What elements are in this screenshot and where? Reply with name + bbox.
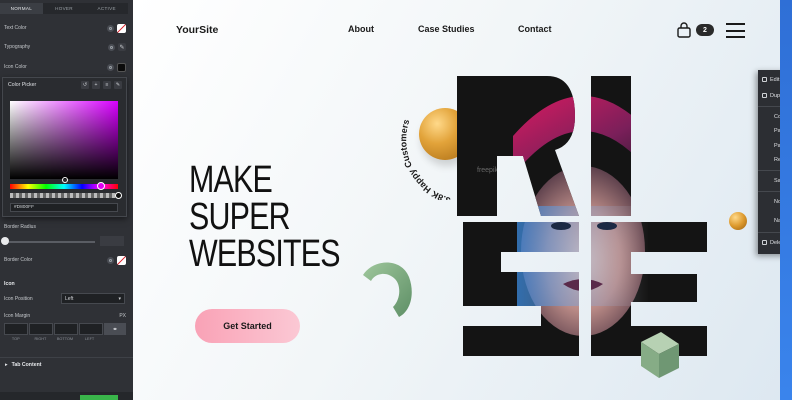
margin-right-input[interactable] [29,323,53,335]
menu-icon[interactable] [726,23,745,38]
border-radius-slider-thumb[interactable] [1,237,9,245]
text-color-label: Text Color [4,25,27,31]
saturation-cursor[interactable] [62,177,68,183]
hue-slider-thumb[interactable] [97,182,105,190]
margin-top-label: TOP [11,337,20,341]
border-radius-label: Border Radius [4,224,36,230]
margin-right-label: RIGHT [34,337,47,341]
browser-edge [780,0,792,400]
green-ring-shape [363,262,412,317]
saturation-area[interactable] [10,101,118,179]
nav-contact[interactable]: Contact [518,24,552,34]
chevron-down-icon: ▾ [118,295,121,302]
list-icon[interactable]: ≡ [103,81,111,89]
icon-color-row: Icon Color [4,62,126,72]
small-gold-sphere [729,212,747,230]
site-logo[interactable]: YourSite [176,24,218,36]
margin-top-input[interactable] [4,323,28,335]
cart-count-badge: 2 [696,24,714,36]
globe-icon[interactable] [107,63,114,71]
hero-line-3: WEBSITES [189,233,341,275]
icon-position-row: Icon Position [4,294,59,304]
update-button[interactable] [80,395,118,400]
text-color-row: Text Color [4,23,126,33]
preview-canvas: YourSite About Case Studies Contact 2 MA… [133,0,780,400]
margin-left-input[interactable] [79,323,103,335]
border-radius-input[interactable] [100,236,124,246]
globe-icon[interactable] [107,256,114,264]
watermark-text: freepik [477,167,499,174]
add-icon[interactable]: + [92,81,100,89]
border-color-row: Border Color [4,255,126,265]
nav-about[interactable]: About [348,24,374,34]
rise-poster-art: freepik [457,76,707,356]
hex-input[interactable]: #D800FF [10,203,118,212]
margin-inputs: ⚭ [4,323,126,335]
editor-panel: NORMAL HOVER ACTIVE Text Color Typograph… [0,0,133,400]
border-radius-row: Border Radius [4,222,126,232]
nav-case-studies[interactable]: Case Studies [418,24,475,34]
shopping-bag-icon[interactable] [677,22,691,38]
picker-toolbar: ↺ + ≡ ✎ [81,81,122,89]
icon-position-select[interactable]: Left ▾ [61,293,125,304]
icon-margin-unit[interactable]: PX [119,313,126,319]
opacity-slider[interactable] [10,193,118,198]
tab-active[interactable]: ACTIVE [85,3,129,14]
duplicate-icon [762,93,767,98]
margin-bottom-input[interactable] [54,323,78,335]
typography-label: Typography [4,44,31,50]
eyedropper-icon[interactable]: ✎ [114,81,122,89]
icon-section-title: Icon [4,281,15,287]
typography-row: Typography ✎ [4,42,126,52]
globe-icon[interactable] [108,43,115,51]
border-color-label: Border Color [4,257,33,263]
icon-color-label: Icon Color [4,64,27,70]
tab-hover[interactable]: HOVER [42,3,86,14]
icon-position-value: Left [65,295,74,302]
margin-labels: TOP RIGHT BOTTOM LEFT [4,337,126,341]
icon-color-swatch[interactable] [117,62,126,72]
color-picker-title: Color Picker [8,82,37,88]
border-radius-slider[interactable] [5,241,95,243]
state-tabs: NORMAL HOVER ACTIVE [0,3,129,14]
tab-normal[interactable]: NORMAL [0,3,43,14]
trash-icon [762,240,767,245]
tab-content-label: Tab Content [11,361,42,368]
tab-content-section[interactable]: ▸ Tab Content [0,357,133,371]
pencil-icon[interactable]: ✎ [118,43,126,51]
link-icon[interactable]: ⚭ [104,323,126,335]
edit-icon [762,77,767,82]
globe-icon[interactable] [107,24,114,32]
text-color-swatch[interactable] [117,23,126,33]
hero-heading: MAKE SUPER WEBSITES [189,159,377,275]
opacity-slider-thumb[interactable] [115,192,122,199]
icon-position-label: Icon Position [4,296,33,302]
hero-line-2: SUPER [189,196,291,238]
icon-margin-label: Icon Margin [4,313,31,319]
icon-margin-row: Icon Margin PX [4,311,126,321]
get-started-button[interactable]: Get Started [195,309,300,343]
caret-right-icon: ▸ [5,361,8,368]
green-cube-shape [641,332,679,378]
margin-left-label: LEFT [84,337,95,341]
reset-icon[interactable]: ↺ [81,81,89,89]
margin-bottom-label: BOTTOM [56,337,74,341]
border-color-swatch[interactable] [117,255,126,265]
hero-line-1: MAKE [189,159,273,201]
